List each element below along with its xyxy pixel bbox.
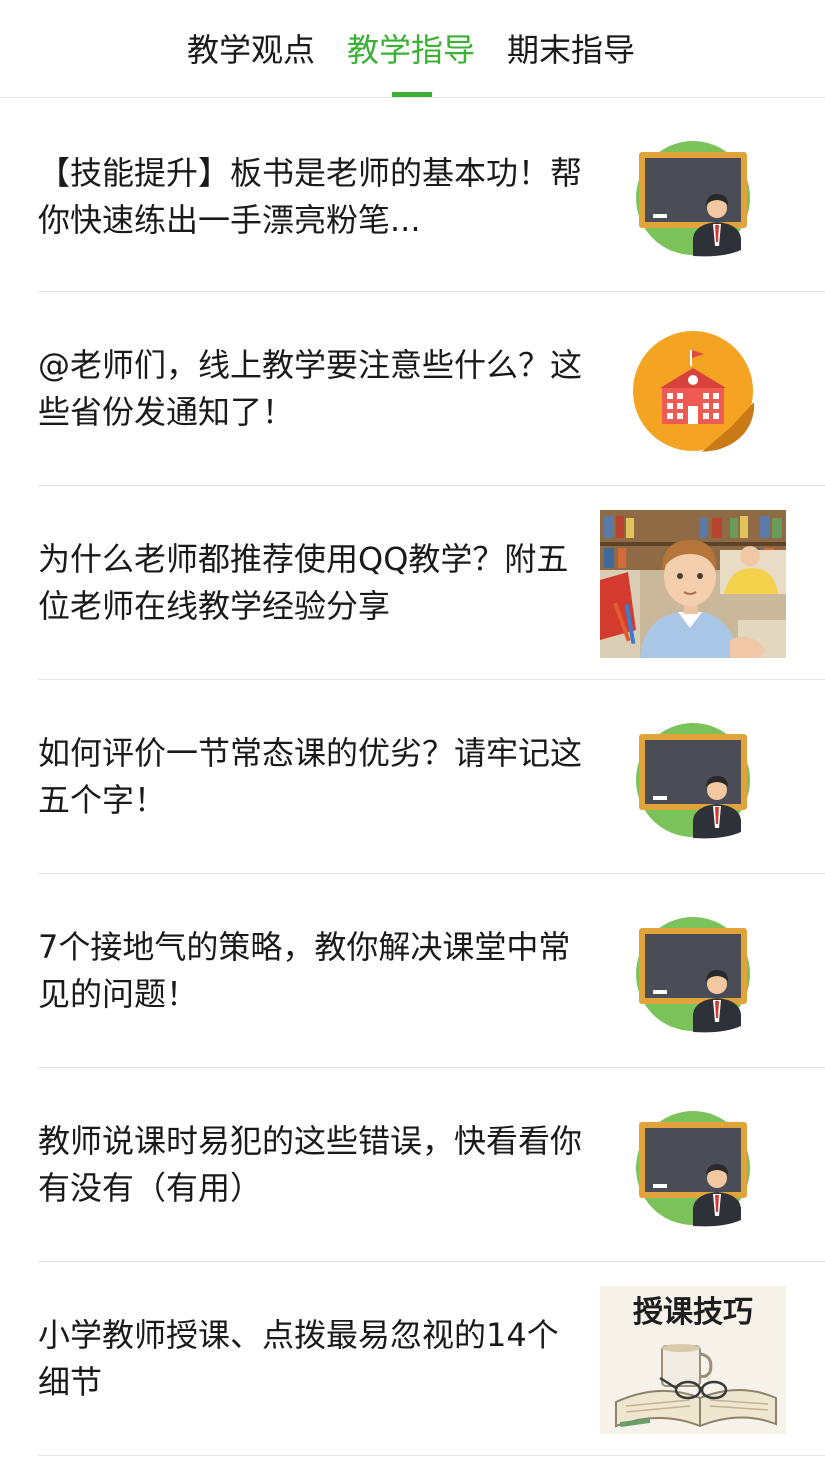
teaching-tips-image: 授课技巧 — [600, 1286, 786, 1434]
article-title: 【技能提升】板书是老师的基本功！帮你快速练出一手漂亮粉笔... — [38, 154, 583, 239]
teacher-blackboard-icon — [633, 138, 753, 258]
list-item[interactable]: 【技能提升】板书是老师的基本功！帮你快速练出一手漂亮粉笔... — [0, 98, 825, 292]
article-title: @老师们，线上教学要注意些什么？这些省份发通知了！ — [38, 346, 583, 431]
active-tab-indicator — [392, 92, 432, 97]
classroom-boy-photo — [600, 510, 786, 658]
school-building-icon — [632, 330, 754, 452]
list-item[interactable]: 如何评价一节常态课的优劣？请牢记这五个字！ — [0, 680, 825, 874]
list-item[interactable]: 7个接地气的策略，教你解决课堂中常见的问题！ — [0, 874, 825, 1068]
article-title: 如何评价一节常态课的优劣？请牢记这五个字！ — [38, 734, 583, 819]
tab-teaching-guidance[interactable]: 教学指导 — [347, 26, 475, 74]
divider — [38, 1455, 825, 1456]
teacher-blackboard-icon — [633, 1108, 753, 1228]
tab-final-exam-guidance[interactable]: 期末指导 — [507, 26, 635, 74]
teacher-blackboard-icon — [633, 720, 753, 840]
article-title: 7个接地气的策略，教你解决课堂中常见的问题！ — [38, 928, 571, 1013]
article-list: 【技能提升】板书是老师的基本功！帮你快速练出一手漂亮粉笔... @老师们，线上教… — [0, 98, 825, 1456]
teaching-tips-caption: 授课技巧 — [633, 1295, 753, 1330]
article-title: 小学教师授课、点拨最易忽视的14个细节 — [38, 1316, 559, 1401]
tab-bar: 教学观点 教学指导 期末指导 — [0, 0, 825, 98]
article-title: 教师说课时易犯的这些错误，快看看你有没有（有用） — [38, 1122, 583, 1207]
list-item[interactable]: 小学教师授课、点拨最易忽视的14个细节 授课技巧 — [0, 1262, 825, 1456]
tab-teaching-views[interactable]: 教学观点 — [187, 26, 315, 74]
teacher-blackboard-icon — [633, 914, 753, 1034]
list-item[interactable]: @老师们，线上教学要注意些什么？这些省份发通知了！ — [0, 292, 825, 486]
list-item[interactable]: 为什么老师都推荐使用QQ教学？附五位老师在线教学经验分享 — [0, 486, 825, 680]
article-title: 为什么老师都推荐使用QQ教学？附五位老师在线教学经验分享 — [38, 540, 569, 625]
list-item[interactable]: 教师说课时易犯的这些错误，快看看你有没有（有用） — [0, 1068, 825, 1262]
